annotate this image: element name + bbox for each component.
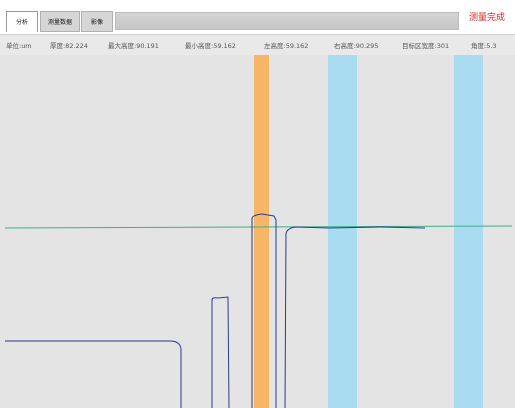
- target-width-value: 目标区宽度:301: [402, 42, 450, 50]
- analysis-window: 分析 测量数据 影像 测量完成 单位:um 厚度:82.224 最大高度:90.…: [0, 0, 515, 408]
- angle-value: 角度:5.3: [471, 42, 497, 50]
- left-height-value: 左高度:59.162: [264, 42, 309, 50]
- status-text: 测量完成: [468, 13, 505, 23]
- profile-plot[interactable]: [0, 55, 515, 408]
- tab-measurement-data[interactable]: 测量数据: [40, 11, 80, 32]
- tab-image[interactable]: 影像: [81, 11, 113, 32]
- measurement-info-bar: 单位:um 厚度:82.224 最大高度:90.191 最小高度:59.162 …: [0, 34, 515, 55]
- tab-bar: 分析 测量数据 影像 测量完成: [0, 0, 515, 34]
- unit-label: 单位:um: [6, 42, 32, 50]
- max-height-value: 最大高度:90.191: [108, 42, 159, 50]
- tab-strip-filler: [115, 12, 459, 30]
- orange-marker-band[interactable]: [254, 55, 269, 408]
- tab-analysis[interactable]: 分析: [6, 11, 38, 32]
- blue-marker-band-left[interactable]: [328, 55, 357, 408]
- right-height-value: 右高度:90.295: [334, 42, 379, 50]
- thickness-value: 厚度:82.224: [50, 42, 88, 50]
- min-height-value: 最小高度:59.162: [185, 42, 236, 50]
- blue-marker-band-right[interactable]: [454, 55, 483, 408]
